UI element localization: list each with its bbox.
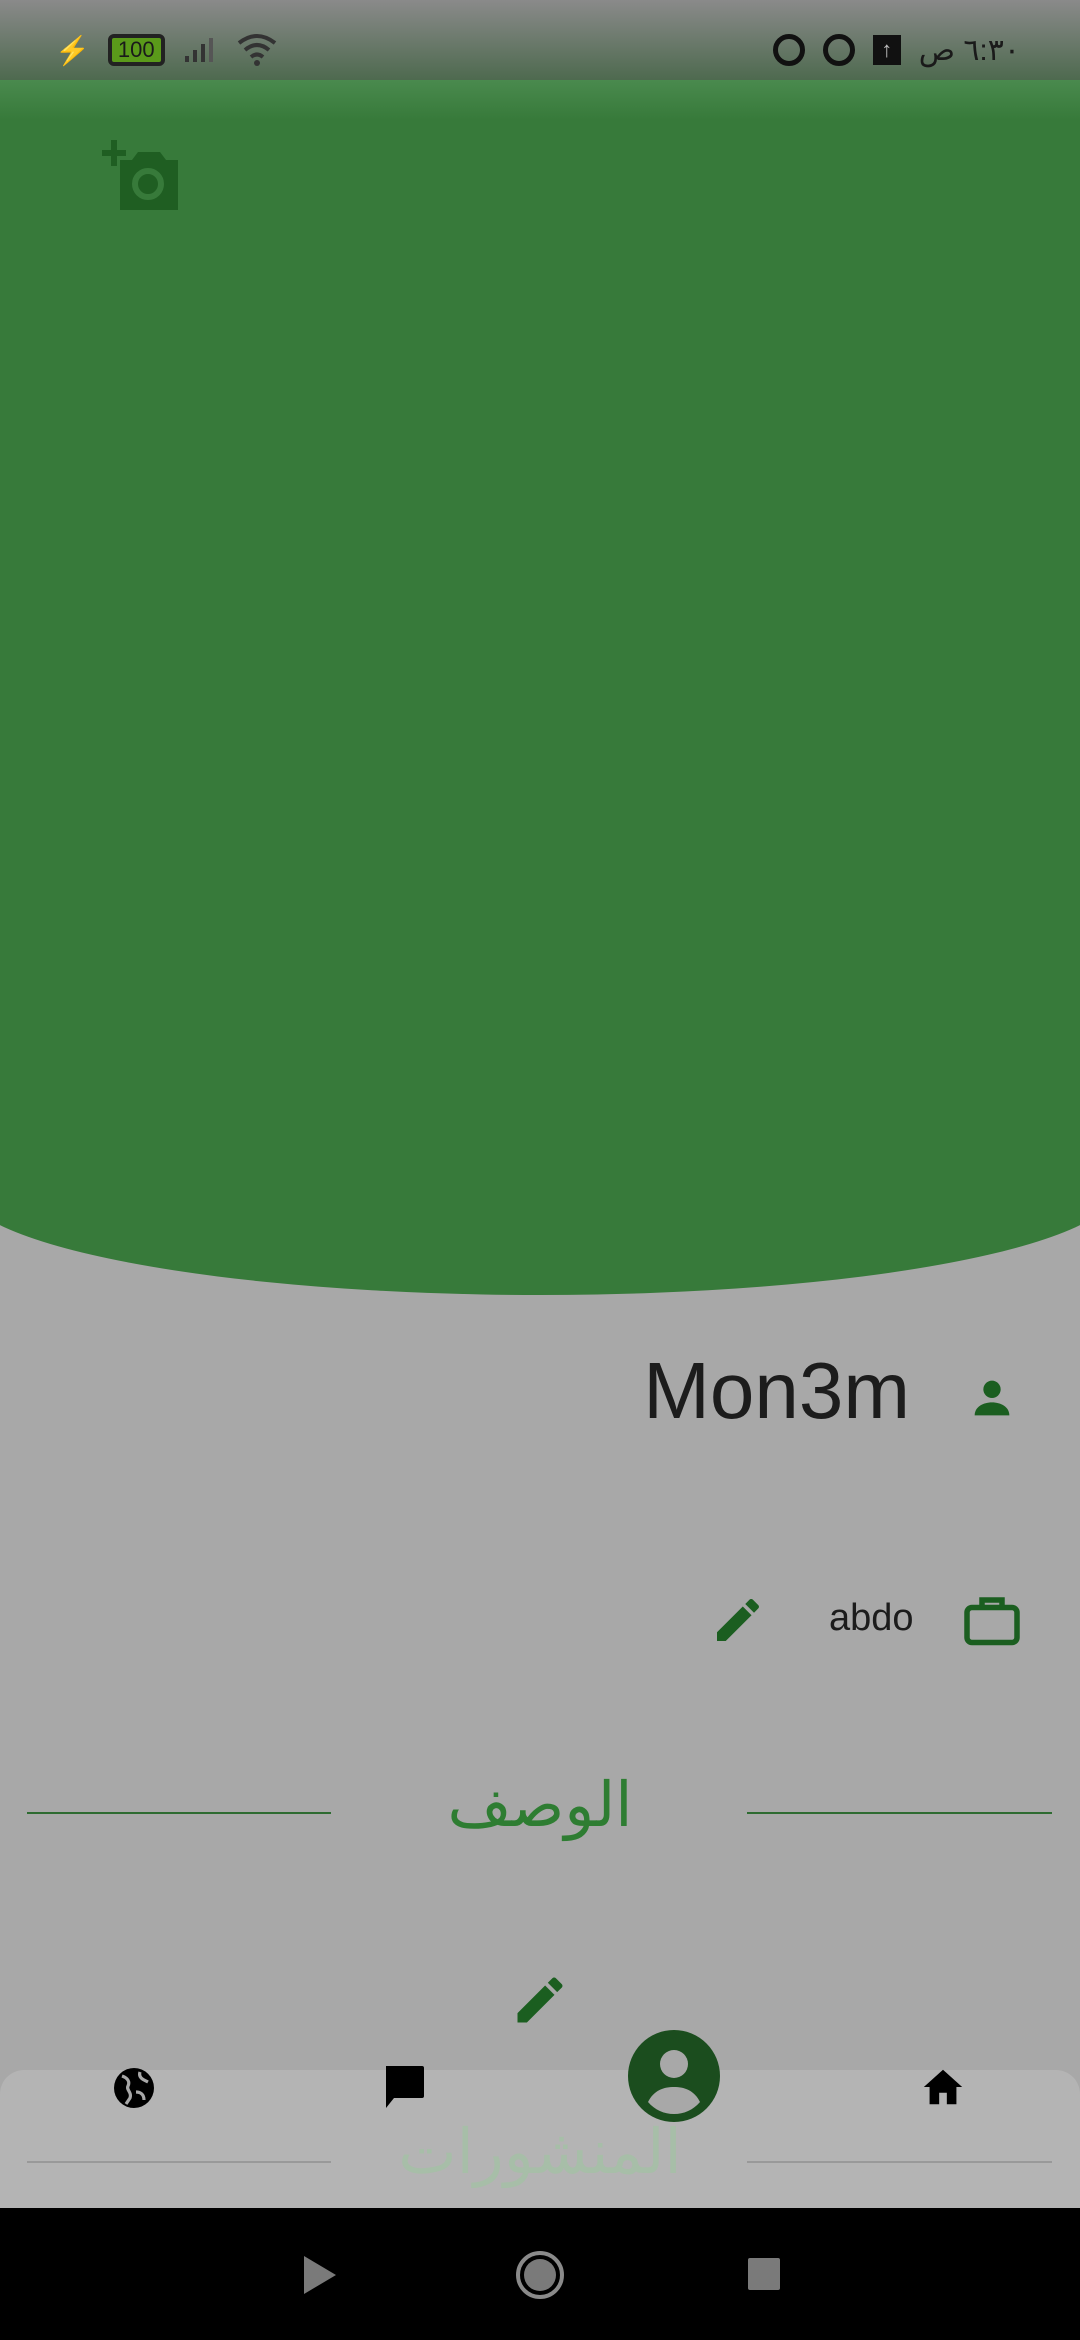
cover-gradient xyxy=(0,80,1080,120)
nav-chat-icon[interactable] xyxy=(380,2062,428,2114)
battery-icon: 100 xyxy=(107,34,165,66)
status-time: ٦:٣٠ ص xyxy=(918,33,1020,67)
status-left: ⚡ 100 xyxy=(55,30,277,70)
posts-heading: المنشورات xyxy=(398,2118,682,2187)
system-nav-bar xyxy=(0,2208,1080,2340)
nav-globe-icon[interactable] xyxy=(110,2064,158,2112)
sync-icon xyxy=(772,34,805,66)
recents-button[interactable] xyxy=(748,2258,780,2290)
signal-icon xyxy=(184,38,213,62)
person-icon xyxy=(974,1380,1010,1416)
edit-description-icon[interactable] xyxy=(510,1970,570,2030)
briefcase-icon xyxy=(964,1597,1020,1646)
charging-icon: ⚡ xyxy=(55,34,90,66)
posts-divider-left xyxy=(27,2161,331,2163)
nav-profile-icon[interactable] xyxy=(628,2030,720,2122)
sync-icon xyxy=(822,34,855,66)
posts-divider-right xyxy=(747,2161,1052,2163)
divider-left xyxy=(27,1812,331,1814)
description-heading: الوصف xyxy=(447,1771,633,1840)
add-photo-icon[interactable] xyxy=(98,136,184,212)
nav-home-icon[interactable] xyxy=(920,2064,966,2110)
job-title: abdo xyxy=(829,1597,914,1639)
home-button[interactable] xyxy=(516,2251,564,2299)
edit-job-icon[interactable] xyxy=(710,1592,766,1648)
wifi-icon xyxy=(237,34,276,66)
back-button[interactable] xyxy=(302,2254,338,2296)
upload-icon: ↑ xyxy=(872,35,901,65)
status-bar: ⚡ 100 ↑ ٦:٣٠ ص xyxy=(0,0,1080,80)
divider-right xyxy=(747,1812,1052,1814)
cover-photo[interactable] xyxy=(0,80,1080,1295)
status-right: ↑ ٦:٣٠ ص xyxy=(772,30,1020,70)
profile-name: Mon3m xyxy=(643,1346,910,1435)
